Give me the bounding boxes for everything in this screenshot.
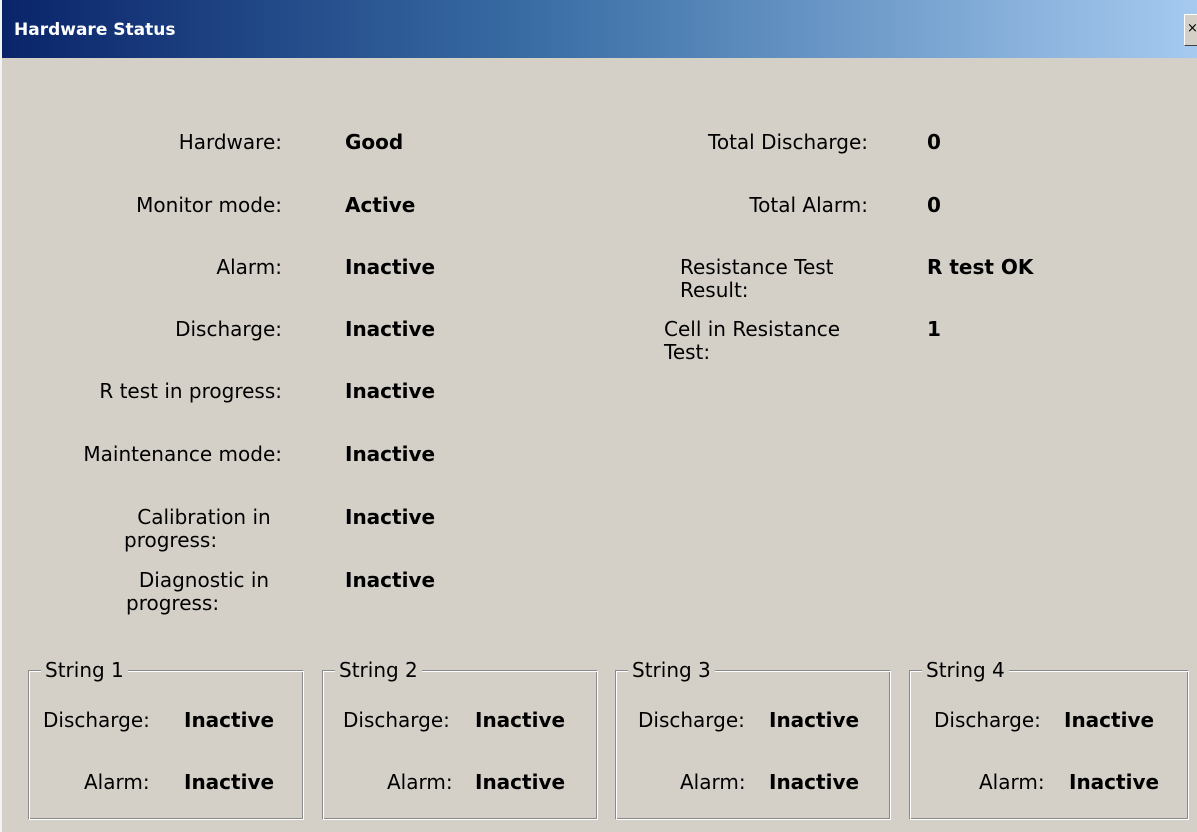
total-discharge-label: Total Discharge: (708, 130, 868, 154)
hardware-status-window: Hardware Status × Hardware: Good Monitor… (0, 0, 1197, 832)
alarm-value: Inactive (345, 255, 436, 279)
string-1-discharge-label: Discharge: (43, 708, 150, 732)
string-2-discharge-label: Discharge: (343, 708, 450, 732)
string-2-title: String 2 (335, 658, 422, 682)
string-2-discharge-value: Inactive (475, 708, 566, 732)
string-1-discharge-value: Inactive (184, 708, 275, 732)
diagnostic-label-line1: Diagnostic in (138, 568, 270, 592)
string-2-alarm-value: Inactive (475, 770, 566, 794)
discharge-value: Inactive (345, 317, 436, 341)
close-button[interactable]: × (1184, 14, 1197, 46)
cell-in-resistance-test-label: Cell in Resistance Test: (664, 318, 874, 364)
resistance-test-result-value: R test OK (927, 255, 1034, 279)
resistance-test-result-label: Resistance Test Result: (680, 256, 890, 302)
calibration-in-progress-value: Inactive (345, 505, 436, 529)
string-3-title: String 3 (628, 658, 715, 682)
total-alarm-value: 0 (927, 193, 941, 217)
calibration-in-progress-label: Calibration in progress: (110, 506, 298, 552)
diagnostic-in-progress-label: Diagnostic in progress: (110, 569, 298, 615)
cell-resistance-label-line1: Cell in Resistance (664, 317, 841, 341)
maintenance-mode-label: Maintenance mode: (83, 442, 282, 466)
r-test-in-progress-value: Inactive (345, 379, 436, 403)
string-1-title: String 1 (41, 658, 128, 682)
string-2-group: String 2 Discharge: Inactive Alarm: Inac… (322, 658, 598, 820)
monitor-mode-value: Active (345, 193, 416, 217)
string-3-discharge-label: Discharge: (638, 708, 745, 732)
resistance-test-label-line1: Resistance Test (680, 255, 834, 279)
string-1-alarm-value: Inactive (184, 770, 275, 794)
hardware-value: Good (345, 130, 404, 154)
string-3-alarm-label: Alarm: (680, 770, 746, 794)
diagnostic-label-line2: progress: (126, 591, 220, 615)
discharge-label: Discharge: (175, 317, 282, 341)
calibration-label-line1: Calibration in (137, 505, 271, 529)
total-discharge-value: 0 (927, 130, 941, 154)
string-1-alarm-label: Alarm: (84, 770, 150, 794)
string-1-group: String 1 Discharge: Inactive Alarm: Inac… (28, 658, 304, 820)
r-test-in-progress-label: R test in progress: (99, 379, 282, 403)
diagnostic-in-progress-value: Inactive (345, 568, 436, 592)
string-4-alarm-label: Alarm: (979, 770, 1045, 794)
string-3-discharge-value: Inactive (769, 708, 860, 732)
calibration-label-line2: progress: (124, 528, 218, 552)
string-2-alarm-label: Alarm: (387, 770, 453, 794)
string-4-alarm-value: Inactive (1069, 770, 1160, 794)
string-4-title: String 4 (922, 658, 1009, 682)
string-3-alarm-value: Inactive (769, 770, 860, 794)
maintenance-mode-value: Inactive (345, 442, 436, 466)
resistance-test-label-line2: Result: (680, 278, 749, 302)
hardware-label: Hardware: (178, 130, 282, 154)
string-4-discharge-value: Inactive (1064, 708, 1155, 732)
string-4-discharge-label: Discharge: (934, 708, 1041, 732)
string-4-group: String 4 Discharge: Inactive Alarm: Inac… (909, 658, 1189, 820)
total-alarm-label: Total Alarm: (749, 193, 868, 217)
cell-resistance-label-line2: Test: (664, 340, 711, 364)
alarm-label: Alarm: (216, 255, 282, 279)
monitor-mode-label: Monitor mode: (136, 193, 282, 217)
window-title: Hardware Status (14, 20, 176, 40)
cell-in-resistance-test-value: 1 (927, 317, 941, 341)
string-3-group: String 3 Discharge: Inactive Alarm: Inac… (615, 658, 891, 820)
title-bar[interactable]: Hardware Status (2, 0, 1197, 58)
